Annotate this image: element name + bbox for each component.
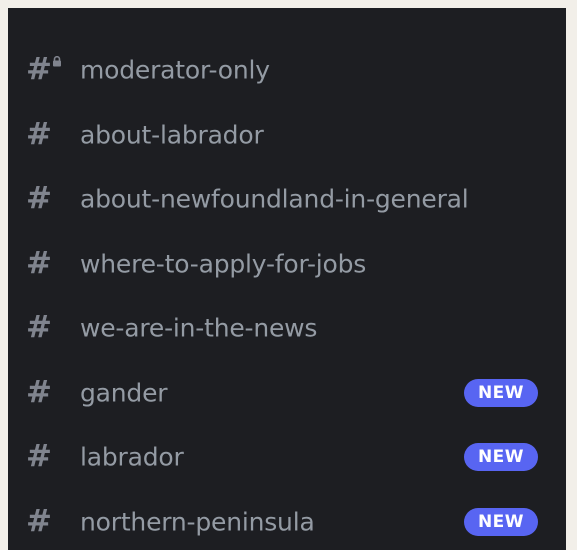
hashtag-icon: # (26, 309, 52, 346)
new-badge: NEW (464, 378, 538, 407)
hashtag-icon: # (26, 503, 52, 540)
hashtag-icon: # (26, 374, 52, 411)
channel-item-moderator-only[interactable]: # moderator-only (8, 38, 566, 103)
channel-item-northern-peninsula[interactable]: # northern-peninsula NEW (8, 490, 566, 550)
channel-name: we-are-in-the-news (80, 313, 318, 343)
hashtag-icon: # (26, 245, 52, 282)
channel-item-where-to-apply-for-jobs[interactable]: # where-to-apply-for-jobs (8, 232, 566, 297)
hashtag-icon: # (26, 438, 52, 475)
channel-name: gander (80, 378, 168, 408)
channel-item-gander[interactable]: # gander NEW (8, 361, 566, 426)
channel-name: northern-peninsula (80, 507, 315, 537)
channel-name: about-labrador (80, 120, 264, 150)
channel-item-about-newfoundland-in-general[interactable]: # about-newfoundland-in-general (8, 167, 566, 232)
channel-item-we-are-in-the-news[interactable]: # we-are-in-the-news (8, 296, 566, 361)
hashtag-icon: # (26, 116, 52, 153)
screenshot-frame: # moderator-only # about-labrador # abou… (0, 0, 577, 550)
hashtag-icon: # (26, 180, 52, 217)
channel-name: labrador (80, 442, 184, 472)
channel-name: where-to-apply-for-jobs (80, 249, 367, 279)
new-badge: NEW (464, 507, 538, 536)
channel-name: about-newfoundland-in-general (80, 184, 469, 214)
channel-list: # moderator-only # about-labrador # abou… (8, 38, 566, 550)
lock-icon (53, 56, 61, 67)
hashtag-icon: # (26, 51, 52, 88)
channel-item-about-labrador[interactable]: # about-labrador (8, 103, 566, 168)
channel-sidebar: # moderator-only # about-labrador # abou… (8, 8, 566, 550)
new-badge: NEW (464, 443, 538, 472)
channel-name: moderator-only (80, 55, 270, 85)
channel-item-labrador[interactable]: # labrador NEW (8, 425, 566, 490)
